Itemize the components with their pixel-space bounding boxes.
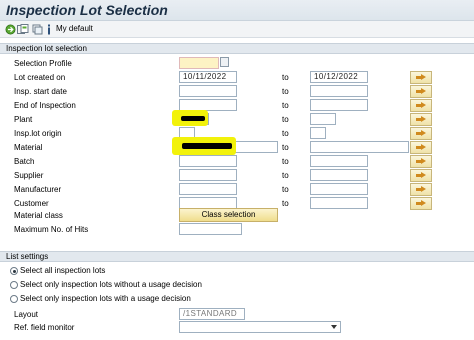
multiple-selection-icon[interactable] [31,23,43,35]
to-label: to [282,185,289,194]
label-insp-lot-origin: Insp.lot origin [14,129,62,138]
redaction-bar [182,143,232,149]
multiple-selection-button-plant[interactable] [410,113,432,126]
label-supplier: Supplier [14,171,44,180]
multiple-selection-button-lot-created[interactable] [410,71,432,84]
to-label: to [282,199,289,208]
multiple-selection-button-supplier[interactable] [410,169,432,182]
multiple-selection-button-manufacturer[interactable] [410,183,432,196]
application-toolbar: My default [0,21,474,38]
label-ref-field-monitor: Ref. field monitor [14,323,75,332]
multiple-selection-button-material[interactable] [410,141,432,154]
manufacturer-to-field[interactable] [310,183,368,195]
insp-start-date-from-field[interactable] [179,85,237,97]
lot-created-on-from-field[interactable]: 10/11/2022 [179,71,237,83]
radio-without-usage-decision[interactable]: Select only inspection lots without a us… [6,280,306,291]
label-customer: Customer [14,199,49,208]
to-label: to [282,101,289,110]
manufacturer-from-field[interactable] [179,183,237,195]
supplier-to-field[interactable] [310,169,368,181]
radio-with-usage-decision[interactable]: Select only inspection lots with a usage… [6,294,306,305]
to-label: to [282,73,289,82]
label-lot-created-on: Lot created on [14,73,66,82]
end-of-inspection-to-field[interactable] [310,99,368,111]
arrow-right-icon [416,158,426,165]
arrow-right-icon [416,144,426,151]
batch-from-field[interactable] [179,155,237,167]
multiple-selection-button-customer[interactable] [410,197,432,210]
radio-all-lots[interactable]: Select all inspection lots [6,266,306,277]
page-title: Inspection Lot Selection [6,2,168,18]
redaction-bar [181,116,205,121]
radio-button[interactable] [10,267,18,275]
label-batch: Batch [14,157,35,166]
layout-field[interactable]: /1STANDARD [179,308,245,320]
group-title: Inspection lot selection [6,44,87,53]
insp-start-date-to-field[interactable] [310,85,368,97]
multiple-selection-button-insp-lot-origin[interactable] [410,127,432,140]
arrow-right-icon [416,102,426,109]
info-icon[interactable] [43,23,55,35]
radio-button[interactable] [10,281,18,289]
radio-label: Select all inspection lots [20,266,106,275]
inspection-lot-selection-group: Inspection lot selection [0,43,474,54]
to-label: to [282,87,289,96]
lot-created-on-to-field[interactable]: 10/12/2022 [310,71,368,83]
arrow-right-icon [416,200,426,207]
label-manufacturer: Manufacturer [14,185,62,194]
insp-lot-origin-to-field[interactable] [310,127,326,139]
label-material-class: Material class [14,211,63,220]
supplier-from-field[interactable] [179,169,237,181]
label-selection-profile: Selection Profile [14,59,72,68]
arrow-right-icon [416,88,426,95]
to-label: to [282,157,289,166]
radio-button[interactable] [10,295,18,303]
label-plant: Plant [14,115,33,124]
selection-profile-field[interactable] [179,57,219,69]
max-hits-field[interactable] [179,223,242,235]
label-max-hits: Maximum No. of Hits [14,225,89,234]
save-variant-icon[interactable] [17,23,29,35]
batch-to-field[interactable] [310,155,368,167]
execute-icon[interactable] [4,23,16,35]
label-end-of-inspection: End of Inspection [14,101,76,110]
arrow-right-icon [416,172,426,179]
radio-label: Select only inspection lots without a us… [20,280,202,289]
to-label: to [282,115,289,124]
arrow-right-icon [416,186,426,193]
get-variant-button[interactable]: My default [56,24,93,33]
label-insp-start-date: Insp. start date [14,87,67,96]
class-selection-button[interactable]: Class selection [179,208,278,222]
to-label: to [282,143,289,152]
to-label: to [282,129,289,138]
customer-to-field[interactable] [310,197,368,209]
radio-label: Select only inspection lots with a usage… [20,294,191,303]
multiple-selection-button-batch[interactable] [410,155,432,168]
title-bar: Inspection Lot Selection [0,0,474,21]
group-title: List settings [6,252,49,261]
chevron-down-icon[interactable] [331,325,337,329]
list-settings-group: List settings [0,251,474,262]
label-layout: Layout [14,310,39,319]
value-help-icon[interactable] [220,57,229,67]
label-material: Material [14,143,43,152]
multiple-selection-button-insp-start[interactable] [410,85,432,98]
arrow-right-icon [416,116,426,123]
multiple-selection-button-end-of-inspection[interactable] [410,99,432,112]
plant-to-field[interactable] [310,113,336,125]
arrow-right-icon [416,74,426,81]
arrow-right-icon [416,130,426,137]
ref-field-monitor-dropdown[interactable] [179,321,341,333]
material-to-field[interactable] [310,141,409,153]
to-label: to [282,171,289,180]
